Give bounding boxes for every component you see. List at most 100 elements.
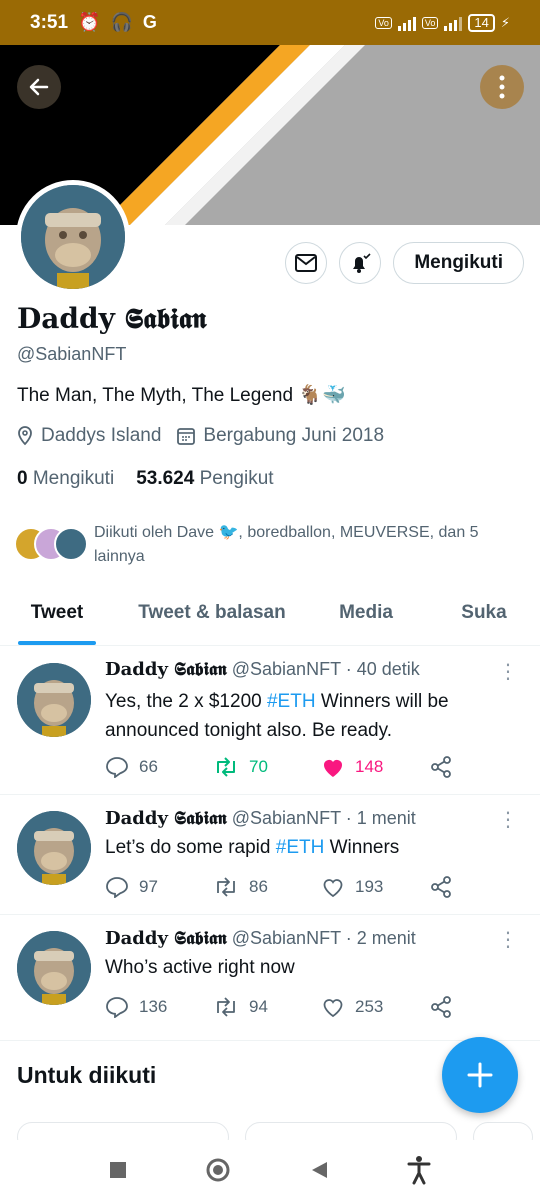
- profile-avatar[interactable]: [16, 180, 130, 294]
- tweet-actions: 136 94 253: [105, 995, 465, 1019]
- retweet-icon: [217, 757, 235, 777]
- charging-icon: ⚡: [500, 14, 510, 30]
- following-link[interactable]: 0 Mengikuti: [17, 468, 114, 490]
- home-circle-icon[interactable]: [205, 1157, 231, 1183]
- tweet-author-name: Daddy 𝕾𝖆𝖇𝖎𝖆𝖓: [105, 808, 227, 829]
- profile-joined: Bergabung Juni 2018: [203, 425, 385, 446]
- tweet-item[interactable]: Daddy 𝕾𝖆𝖇𝖎𝖆𝖓 @SabianNFT · 1 menit ⋮ Let’…: [0, 795, 540, 915]
- followers-label: Pengikut: [199, 468, 274, 489]
- tweet-text: Let’s do some rapid #ETH Winners: [105, 833, 505, 862]
- calendar-icon: [177, 428, 196, 445]
- signal-icon: [397, 15, 416, 31]
- tweet-actions: 66 70 148: [105, 755, 465, 779]
- tweet-more-icon[interactable]: ⋮: [498, 659, 518, 684]
- reply-icon: [106, 997, 128, 1018]
- status-time: 3:51: [30, 11, 69, 33]
- reply-button[interactable]: 136: [105, 995, 213, 1019]
- profile-name: Daddy 𝕾𝖆𝖇𝖎𝖆𝖓: [17, 302, 207, 335]
- tab-likes[interactable]: Suka: [460, 590, 508, 645]
- hashtag-link[interactable]: #ETH: [267, 691, 316, 712]
- back-button[interactable]: [17, 65, 61, 109]
- followed-by-avatars: [14, 525, 88, 565]
- volte-icon-2: Vo: [421, 16, 439, 29]
- ape-avatar-image: [17, 663, 91, 737]
- share-button[interactable]: [429, 755, 453, 779]
- vertical-dots-icon: [499, 75, 505, 99]
- retweet-icon: [217, 997, 235, 1017]
- tweet-text-part: Winners: [324, 837, 400, 858]
- who-to-follow-title: Untuk diikuti: [17, 1062, 157, 1088]
- tweet-avatar[interactable]: [17, 931, 91, 1005]
- tab-tweet-replies[interactable]: Tweet & balasan: [134, 590, 290, 645]
- like-count: 148: [355, 757, 384, 776]
- battery-indicator: 14: [468, 13, 495, 32]
- tweet-header: Daddy 𝕾𝖆𝖇𝖎𝖆𝖓 @SabianNFT · 1 menit: [105, 808, 416, 829]
- profile-meta: Daddys Island Bergabung Juni 2018: [17, 425, 384, 447]
- profile-handle: @SabianNFT: [17, 344, 127, 364]
- recents-square-icon[interactable]: [109, 1161, 127, 1179]
- following-count: 0: [17, 468, 28, 489]
- tweet-item[interactable]: Daddy 𝕾𝖆𝖇𝖎𝖆𝖓 @SabianNFT · 2 menit ⋮ Who’…: [0, 915, 540, 1041]
- reply-count: 136: [139, 997, 168, 1016]
- tweet-text-part: Let’s do some rapid: [105, 837, 276, 858]
- hashtag-link[interactable]: #ETH: [276, 837, 325, 858]
- more-options-button[interactable]: [480, 65, 524, 109]
- back-triangle-icon[interactable]: [309, 1160, 329, 1180]
- tab-media[interactable]: Media: [336, 590, 396, 645]
- compose-tweet-button[interactable]: [442, 1037, 518, 1113]
- system-nav-bar: [0, 1140, 540, 1200]
- ape-avatar-image: [21, 185, 125, 289]
- bell-check-icon: [353, 253, 371, 273]
- reply-icon: [106, 757, 128, 778]
- retweet-button[interactable]: 86: [213, 875, 321, 899]
- retweet-button[interactable]: 94: [213, 995, 321, 1019]
- like-button[interactable]: 193: [321, 875, 429, 899]
- reply-icon: [106, 877, 128, 898]
- like-count: 193: [355, 877, 384, 896]
- tweet-avatar[interactable]: [17, 663, 91, 737]
- reply-button[interactable]: 66: [105, 755, 213, 779]
- message-button[interactable]: [285, 242, 328, 284]
- retweet-count: 86: [249, 877, 268, 896]
- share-button[interactable]: [429, 875, 453, 899]
- followed-by-text: Diikuti oleh Dave 🐦, boredballon, MEUVER…: [94, 524, 479, 565]
- share-button[interactable]: [429, 995, 453, 1019]
- heart-filled-icon: [324, 760, 342, 777]
- accessibility-icon[interactable]: [407, 1155, 431, 1185]
- following-label: Mengikuti: [32, 468, 115, 489]
- tweet-author-handle: @SabianNFT: [231, 659, 341, 679]
- followers-count: 53.624: [136, 468, 195, 489]
- reply-count: 66: [139, 757, 158, 776]
- plus-icon: [467, 1062, 493, 1088]
- status-bar: 3:51 ⏰ 🎧 G Vo Vo 14 ⚡: [0, 0, 540, 45]
- profile-location: Daddys Island: [41, 425, 162, 446]
- followed-by-row[interactable]: Diikuti oleh Dave 🐦, boredballon, MEUVER…: [14, 521, 524, 569]
- profile-bio: The Man, The Myth, The Legend 🐐🐳: [17, 385, 346, 406]
- share-icon: [431, 876, 451, 898]
- notifications-button[interactable]: [339, 242, 382, 284]
- tweet-avatar[interactable]: [17, 811, 91, 885]
- tweet-author-name: Daddy 𝕾𝖆𝖇𝖎𝖆𝖓: [105, 659, 227, 680]
- following-button[interactable]: Mengikuti: [393, 242, 524, 284]
- like-button[interactable]: 253: [321, 995, 429, 1019]
- retweet-icon: [217, 877, 235, 897]
- tweet-more-icon[interactable]: ⋮: [498, 927, 518, 952]
- like-button[interactable]: 148: [321, 755, 429, 779]
- tweet-item[interactable]: Daddy 𝕾𝖆𝖇𝖎𝖆𝖓 @SabianNFT · 40 detik ⋮ Yes…: [0, 647, 540, 795]
- tab-tweet[interactable]: Tweet: [18, 590, 96, 645]
- tweet-more-icon[interactable]: ⋮: [498, 807, 518, 832]
- tweet-actions: 97 86 193: [105, 875, 465, 899]
- g-app-icon: G: [142, 12, 157, 32]
- reply-count: 97: [139, 877, 158, 896]
- retweet-count: 70: [249, 757, 268, 776]
- location-pin-icon: [18, 426, 32, 446]
- followers-link[interactable]: 53.624 Pengikut: [136, 468, 273, 490]
- retweet-button[interactable]: 70: [213, 755, 321, 779]
- ape-avatar-image: [17, 931, 91, 1005]
- reply-button[interactable]: 97: [105, 875, 213, 899]
- heart-icon: [323, 999, 343, 1018]
- tweet-header: Daddy 𝕾𝖆𝖇𝖎𝖆𝖓 @SabianNFT · 2 menit: [105, 928, 416, 949]
- tweet-text-part: Who’s active right now: [105, 957, 295, 978]
- alarm-icon: ⏰: [78, 12, 101, 32]
- arrow-left-icon: [29, 78, 49, 96]
